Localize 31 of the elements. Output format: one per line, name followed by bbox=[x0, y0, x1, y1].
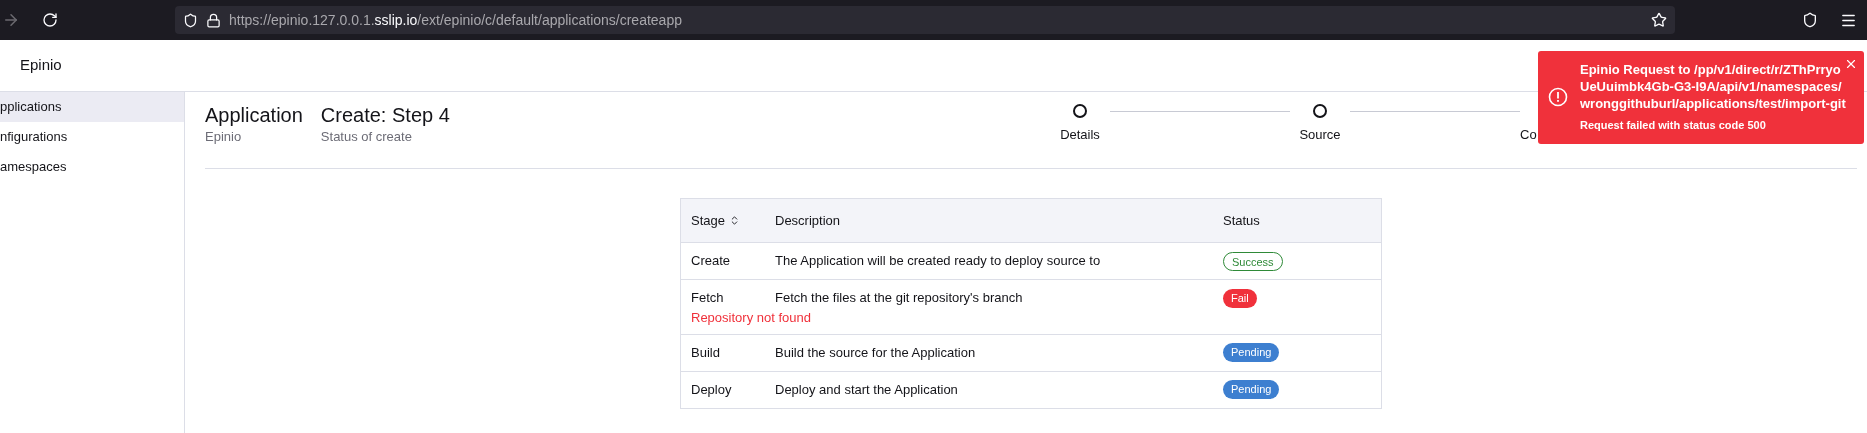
toast-message: Request failed with status code 500 bbox=[1580, 118, 1767, 133]
url-field[interactable]: https://epinio.127.0.0.1.sslip.io/ext/epinio/c/default/applications/createapp bbox=[175, 6, 1675, 34]
url-text: https://epinio.127.0.0.1.sslip.io/ext/epinio/c/default/applications/createapp bbox=[229, 10, 682, 30]
table-cell-text: Deploy bbox=[690, 380, 733, 399]
table-cell-text: Create bbox=[690, 252, 732, 271]
sidebar-item[interactable]: pplications bbox=[0, 92, 184, 122]
app-title: Epinio bbox=[20, 55, 62, 76]
error-message: Repository not found bbox=[690, 309, 812, 327]
step-label: Details bbox=[1060, 126, 1100, 144]
status-badge: Success bbox=[1223, 251, 1283, 271]
status-badge: Pending bbox=[1223, 380, 1280, 399]
table-cell-text: Deploy and start the Application bbox=[775, 380, 959, 399]
column-header: Description bbox=[775, 211, 842, 230]
table-cell-text: Fetch the files at the git repository's branch bbox=[775, 289, 1024, 308]
table-cell-text: The Application will be created ready to deploy source to bbox=[775, 252, 1102, 271]
table-cell-text: Fetch bbox=[690, 289, 725, 308]
column-header: Status bbox=[1223, 211, 1260, 230]
resource-title: Application bbox=[205, 103, 303, 127]
step-title: Create: Step 4 bbox=[320, 103, 450, 127]
status-badge: Fail bbox=[1223, 288, 1257, 308]
step-label: Co bbox=[1520, 126, 1537, 144]
resource-subtitle: Epinio bbox=[205, 128, 243, 146]
column-header[interactable]: Stage bbox=[681, 210, 775, 231]
sidebar-item[interactable]: nfigurations bbox=[0, 122, 184, 152]
sidebar-item[interactable]: amespaces bbox=[0, 152, 184, 182]
step-label: Source bbox=[1299, 126, 1341, 144]
step-subtitle: Status of create bbox=[320, 128, 413, 146]
status-badge: Pending bbox=[1223, 343, 1280, 362]
table-cell-text: Build the source for the Application bbox=[775, 343, 977, 362]
table-cell-text: Build bbox=[690, 343, 721, 362]
toast-title: Epinio Request to /pp/v1/direct/r/ZThPrryoUeUuimbk4Gb-G3-I9A/api/v1/namespaces/wronggithuburl/applications/test/import-git bbox=[1580, 61, 1846, 112]
